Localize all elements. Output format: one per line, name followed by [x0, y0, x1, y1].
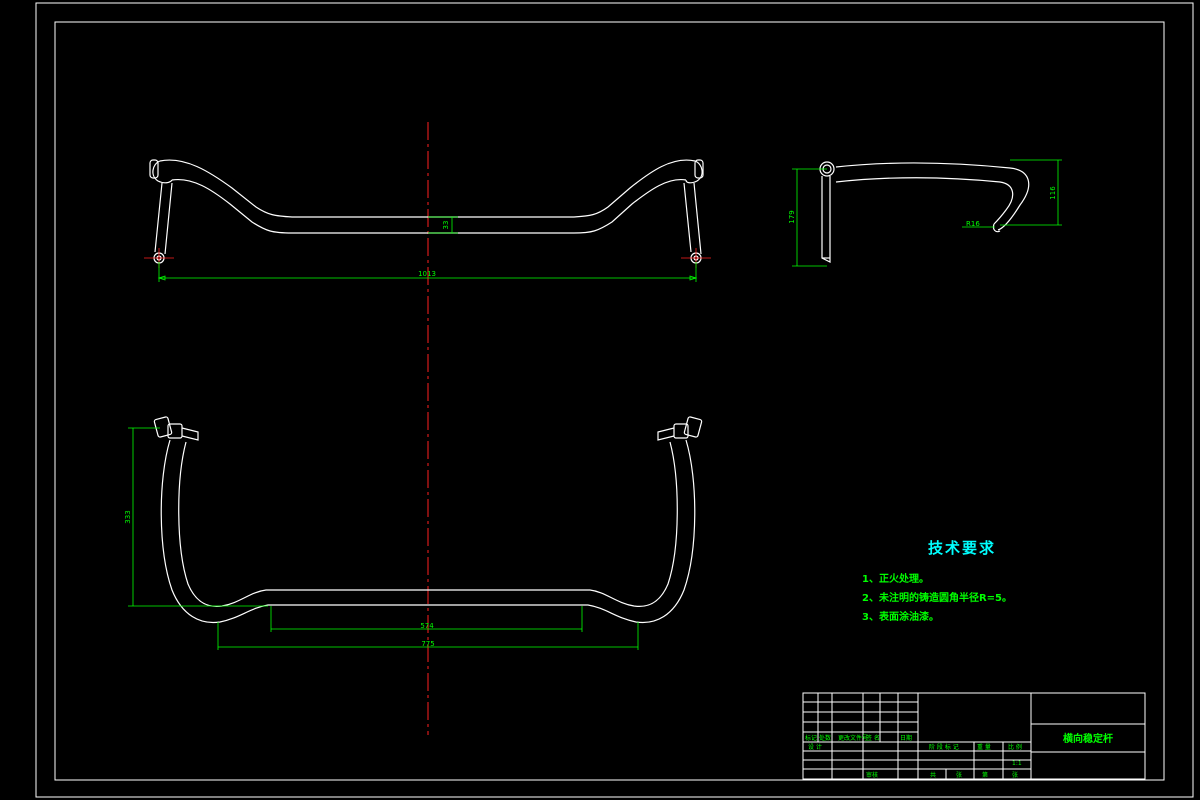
- dim-top-depth: 333: [124, 427, 268, 607]
- dim-top-inner-width: 574: [270, 606, 583, 632]
- tb-sheet-2: 张: [1012, 771, 1018, 779]
- tb-total: 共: [930, 771, 936, 779]
- side-bar-inner: [835, 177, 1014, 225]
- top-inner-width-label: 574: [420, 622, 434, 630]
- tech-req-item-3: 3、表面涂油漆。: [862, 610, 939, 623]
- tb-scale-value: 1:1: [1012, 760, 1022, 767]
- front-left-link: [154, 182, 173, 255]
- dim-front-drop: 33: [428, 216, 458, 234]
- outer-frame: [35, 2, 1194, 798]
- tb-sheet: 张: [956, 771, 962, 779]
- side-radius-label: R16: [966, 220, 980, 228]
- top-left-stub: [181, 427, 199, 441]
- tb-sheet-no: 第: [982, 771, 988, 779]
- side-drop-label: 116: [1049, 186, 1057, 200]
- technical-requirements: 技术要求 1、正火处理。 2、未注明的铸造圆角半径R=5。 3、表面涂油漆。: [862, 539, 1012, 623]
- tb-weight: 重 量: [977, 743, 991, 751]
- tb-mark: 标记: [805, 734, 817, 742]
- tech-req-item-2: 2、未注明的铸造圆角半径R=5。: [862, 591, 1012, 604]
- tb-date: 日期: [900, 734, 912, 742]
- tb-count: 处数: [819, 734, 831, 742]
- tb-change-doc: 更改文件号: [838, 734, 868, 742]
- tech-req-item-1: 1、正火处理。: [862, 572, 929, 585]
- top-right-bushing: [683, 416, 703, 438]
- inner-frame: [54, 21, 1165, 781]
- title-block: 标记 处数 更改文件号 签 名 日期 设 计 阶 段 标 记 重 量 比 例 1…: [802, 692, 1146, 780]
- side-link: [821, 176, 831, 263]
- side-bar-outer: [835, 162, 1030, 231]
- front-right-eye: [685, 160, 703, 184]
- drawing-sheet: 1013 33 179 116 R16 333 574 775 技术要求 1、正…: [35, 2, 1194, 798]
- dim-side-radius: R16: [962, 220, 995, 228]
- tech-req-title: 技术要求: [928, 539, 996, 557]
- front-drop-label: 33: [442, 221, 450, 230]
- side-height-label: 179: [788, 210, 796, 223]
- front-width-label: 1013: [418, 270, 436, 278]
- tb-stage-mark: 阶 段 标 记: [929, 743, 959, 751]
- side-view: 179 116 R16: [788, 159, 1062, 267]
- tb-scale: 比 例: [1008, 743, 1022, 751]
- front-right-link: [683, 182, 702, 255]
- tb-signature: 签 名: [866, 734, 880, 742]
- part-name: 横向稳定杆: [1063, 732, 1113, 745]
- tb-design: 设 计: [808, 743, 822, 751]
- dim-side-height: 179: [788, 168, 827, 267]
- tb-review: 审核: [866, 771, 878, 779]
- top-depth-label: 333: [124, 510, 132, 523]
- dim-side-drop: 116: [1000, 159, 1062, 226]
- top-view: 333 574 775: [124, 416, 703, 650]
- top-right-stub: [657, 427, 675, 441]
- top-outer-width-label: 775: [421, 640, 434, 648]
- top-left-bushing: [153, 416, 173, 438]
- front-left-eye: [152, 160, 173, 184]
- side-bar-end: [992, 223, 1001, 233]
